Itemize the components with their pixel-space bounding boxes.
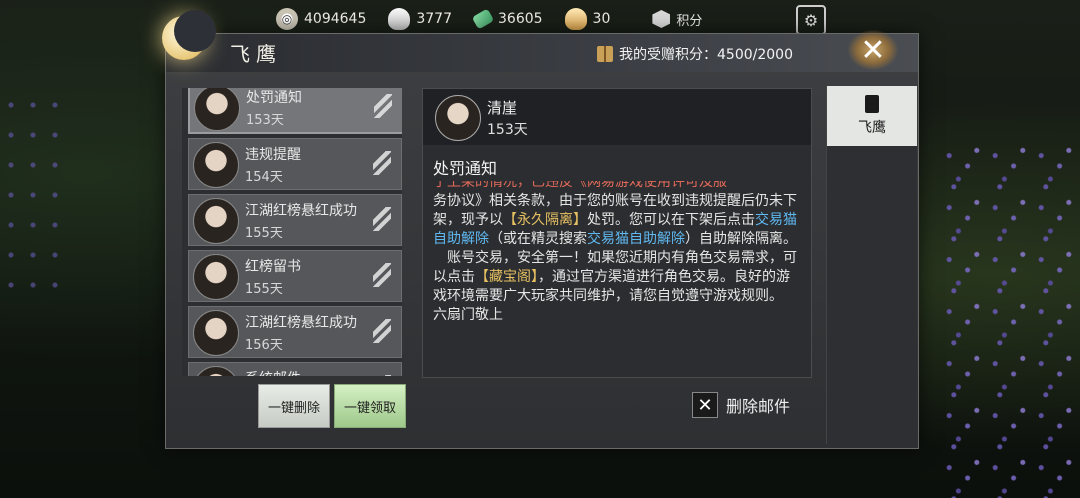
mail-title: 江湖红榜悬红成功 [245,315,357,331]
currency-value: 3777 [416,11,452,27]
mail-paragraph: 账号交易，安全第一！如果您近期内有角色交易需求，可以点击【藏宝阁】，通过官方渠道… [433,249,801,306]
sender-name: 清崖 [487,99,518,117]
mail-title: 红榜留书 [245,259,301,275]
avatar [435,95,481,141]
mail-paragraph: 务协议》相关条款，由于您的账号在收到违规提醒后仍未下架，现予以【永久隔离】处罚。… [433,192,801,249]
mail-body[interactable]: 于上架的情况，已违反《网易游戏使用许可及服 务协议》相关条款，由于您的账号在收到… [433,181,801,367]
mail-subject: 处罚通知 [433,159,498,178]
points-button[interactable]: 积分 [652,10,702,29]
scroll-icon [373,207,391,231]
close-icon: ✕ [692,392,718,418]
currency-jade: 36605 [471,8,543,30]
gift-points: 我的受赠积分：4500/2000 [597,44,793,64]
collect-all-button[interactable]: 一键领取 [334,384,406,428]
delete-mail-label: 删除邮件 [726,397,791,416]
gear-icon: ⚙ [803,10,819,30]
background-flowers [940,140,1080,498]
text-span: （或在精灵搜索 [489,231,587,247]
mail-list[interactable]: 处罚通知 153天 违规提醒 154天 江湖红榜悬红成功 155天 红榜留书 1… [182,88,402,376]
side-tab-column: 飞鹰 [826,86,917,444]
currency-gold: 30 [564,8,611,30]
points-icon [652,10,671,28]
scroll-icon [373,375,391,376]
window-title: 飞鹰 [230,42,282,66]
gift-icon [597,46,613,62]
silver-bowl-icon [388,8,411,30]
avatar [193,198,239,244]
list-item[interactable]: 违规提醒 154天 [188,138,402,190]
mail-title: 系统邮件 [245,368,371,376]
tab-feiying[interactable]: 飞鹰 [827,86,917,146]
highlight-text: 【永久隔离】 [503,212,587,228]
jiaoyimao-link[interactable]: 交易猫自助解除 [587,231,685,247]
settings-gear-button[interactable]: ⚙ [796,5,826,35]
coin-icon: ◎ [276,8,298,30]
close-icon: ✕ [860,32,886,68]
jade-icon [471,8,495,30]
text-span: ）自助解除隔离。 [685,231,797,247]
avatar [194,88,240,131]
sender-days: 153天 [487,122,528,138]
list-item[interactable]: 江湖红榜悬红成功 156天 [188,306,402,358]
scroll-icon [373,319,391,343]
mail-days: 154天 [245,170,283,185]
currency-value: 36605 [498,11,543,27]
mail-days: 153天 [246,113,284,128]
mail-title: 违规提醒 [245,147,301,163]
currency-value: 30 [592,11,611,27]
mail-content: 清崖 153天 处罚通知 于上架的情况，已违反《网易游戏使用许可及服 务协议》相… [422,88,812,378]
delete-all-button[interactable]: 一键删除 [258,384,330,428]
tab-label: 飞鹰 [858,120,886,136]
avatar [193,142,239,188]
list-item[interactable]: 处罚通知 153天 [188,88,402,134]
gift-points-text: 我的受赠积分：4500/2000 [619,47,793,63]
gold-bowl-icon [564,8,587,30]
points-label: 积分 [676,13,703,29]
background-flowers-left [0,90,60,290]
scroll-icon [373,263,391,287]
scroll-icon [374,94,392,118]
list-item[interactable]: 红榜留书 155天 [188,250,402,302]
currency-value: 4094645 [304,11,367,27]
cangbaoge-link[interactable]: 【藏宝阁】 [475,269,538,285]
avatar [193,254,239,300]
sender-bar: 清崖 153天 [423,89,811,145]
text-span: 处罚。您可以在下架后点击 [587,212,755,228]
mail-days: 156天 [245,338,283,353]
mail-title: 江湖红榜悬红成功 [245,203,357,219]
mail-signature: 六扇门敬上 [433,307,503,323]
mail-days: 155天 [245,282,283,297]
mail-body-cutoff: 于上架的情况，已违反《网易游戏使用许可及服 [433,181,727,190]
currency-bar: ◎ 4094645 3777 36605 30 积分 [276,6,702,32]
avatar [193,366,239,376]
scroll-icon [373,151,391,175]
list-item[interactable]: 系统邮件 [188,362,402,376]
currency-coin: ◎ 4094645 [276,8,366,30]
avatar [193,310,239,356]
mail-days: 155天 [245,226,283,241]
crescent-moon-icon [140,10,216,80]
delete-mail-button[interactable]: ✕ 删除邮件 [692,392,790,418]
scroll-icon [865,95,879,113]
currency-silver: 3777 [388,8,452,30]
close-button[interactable]: ✕ [848,30,898,70]
list-item[interactable]: 江湖红榜悬红成功 155天 [188,194,402,246]
mail-title: 处罚通知 [246,90,302,106]
